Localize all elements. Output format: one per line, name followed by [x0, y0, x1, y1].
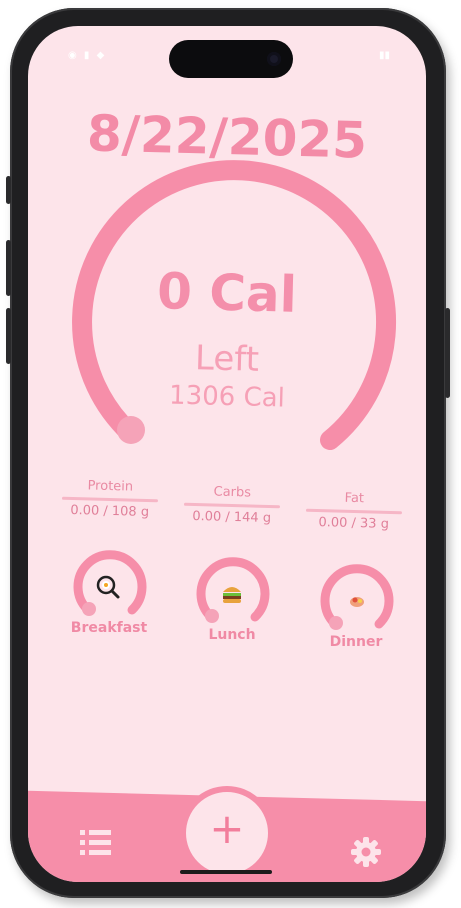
macro-fat-value: 0.00 / 33 g — [318, 515, 390, 532]
calories-consumed: 0 Cal — [156, 262, 298, 324]
meal-lunch[interactable]: Lunch — [187, 553, 277, 643]
macro-carbs-value: 0.00 / 144 g — [192, 508, 272, 527]
add-icon: + — [209, 804, 245, 853]
app-screen: ◉ ▮ ◆ ▮▮ 8/22/2025 0 Cal Left 1306 Cal P… — [28, 26, 426, 882]
burger-icon — [223, 587, 241, 603]
list-icon[interactable] — [80, 828, 112, 862]
frying-pan-egg-icon — [96, 575, 120, 599]
lunch-gauge — [196, 557, 270, 623]
macro-fat-bar — [305, 508, 403, 515]
meal-dinner-label: Dinner — [329, 634, 383, 650]
breakfast-gauge — [73, 550, 147, 616]
meal-lunch-label: Lunch — [208, 627, 256, 643]
macro-carbs-label: Carbs — [213, 484, 252, 501]
gear-icon[interactable] — [350, 836, 382, 872]
macro-carbs[interactable]: Carbs 0.00 / 144 g — [181, 484, 282, 527]
macro-protein[interactable]: Protein 0.00 / 108 g — [59, 478, 160, 521]
action-button — [6, 176, 11, 204]
macro-protein-bar — [61, 496, 159, 503]
dinner-gauge — [320, 564, 394, 630]
meal-breakfast-label: Breakfast — [70, 620, 148, 636]
volume-up-button — [6, 240, 11, 296]
macro-protein-label: Protein — [87, 478, 134, 495]
meal-breakfast[interactable]: Breakfast — [64, 546, 154, 636]
phone-frame: ◉ ▮ ◆ ▮▮ 8/22/2025 0 Cal Left 1306 Cal P… — [6, 8, 450, 898]
dinner-plate-icon — [350, 597, 364, 607]
calorie-gauge-knob — [117, 416, 145, 444]
macro-carbs-bar — [183, 502, 281, 509]
macro-protein-value: 0.00 / 108 g — [70, 502, 150, 521]
volume-down-button — [6, 308, 11, 364]
power-button — [445, 308, 450, 398]
add-button[interactable]: + — [180, 786, 274, 880]
home-indicator[interactable] — [180, 870, 272, 874]
macro-fat[interactable]: Fat 0.00 / 33 g — [303, 490, 404, 533]
macro-fat-label: Fat — [344, 490, 365, 507]
meal-dinner[interactable]: Dinner — [311, 560, 401, 650]
